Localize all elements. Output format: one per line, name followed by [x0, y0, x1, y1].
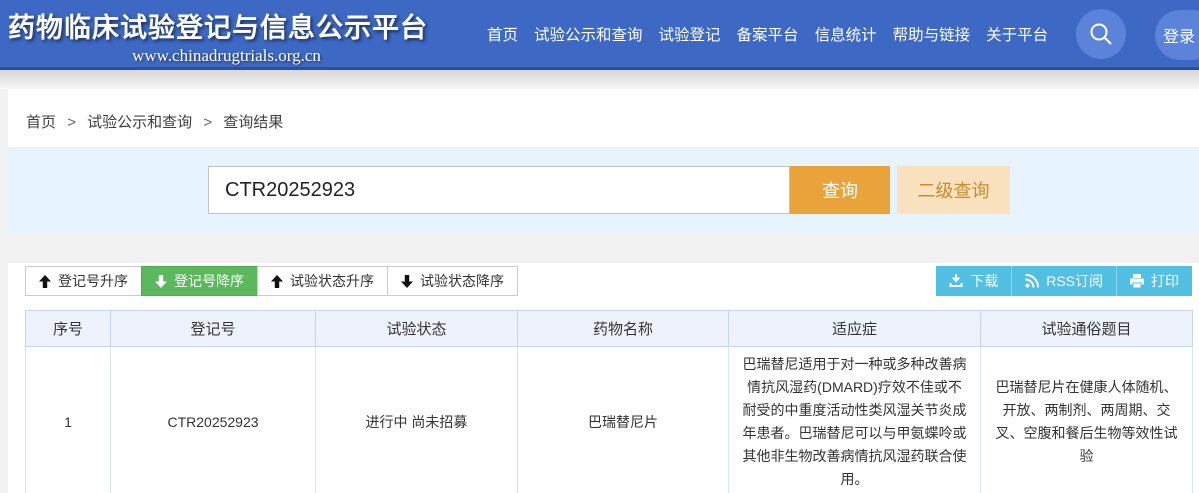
col-registration-no: 登记号	[110, 310, 316, 347]
breadcrumb-separator: >	[67, 114, 76, 131]
nav-info-statistics[interactable]: 信息统计	[815, 23, 877, 45]
sort-status-desc-button[interactable]: 试验状态降序	[387, 266, 518, 296]
nav-about-platform[interactable]: 关于平台	[986, 23, 1048, 45]
query-button[interactable]: 查询	[790, 166, 890, 214]
breadcrumb: 首页 > 试验公示和查询 > 查询结果	[8, 89, 1199, 147]
rss-label: RSS订阅	[1046, 273, 1103, 289]
nav-trial-registration[interactable]: 试验登记	[659, 23, 721, 45]
breadcrumb-trial-search[interactable]: 试验公示和查询	[87, 114, 192, 131]
table-header-row: 序号 登记号 试验状态 药物名称 适应症 试验通俗题目	[25, 310, 1193, 347]
brand: 药物临床试验登记与信息公示平台 www.chinadrugtrials.org.…	[0, 2, 445, 66]
nav-help-links[interactable]: 帮助与链接	[893, 23, 971, 45]
table-row[interactable]: 1 CTR20252923 进行中 尚未招募 巴瑞替尼片 巴瑞替尼适用于对一种或…	[25, 346, 1193, 493]
download-button[interactable]: 下载	[936, 266, 1012, 296]
printer-icon	[1130, 274, 1144, 288]
col-index: 序号	[25, 310, 111, 347]
cell-drug-name: 巴瑞替尼片	[517, 346, 729, 493]
breadcrumb-separator: >	[203, 114, 213, 131]
sort-regno-asc-button[interactable]: 登记号升序	[25, 266, 142, 296]
cell-trial-status: 进行中 尚未招募	[315, 346, 518, 493]
arrow-down-icon	[155, 274, 167, 288]
site-url: www.chinadrugtrials.org.cn	[132, 45, 321, 65]
site-title: 药物临床试验登记与信息公示平台	[8, 12, 428, 43]
rss-button[interactable]: RSS订阅	[1011, 266, 1116, 296]
arrow-up-icon	[39, 274, 51, 288]
secondary-query-button[interactable]: 二级查询	[897, 166, 1010, 214]
sort-label: 登记号降序	[174, 273, 244, 289]
search-icon	[1090, 23, 1112, 45]
search-input[interactable]	[208, 166, 790, 214]
arrow-up-icon	[271, 274, 283, 288]
action-button-group: 下载 RSS订阅 打印	[936, 266, 1192, 296]
col-drug-name: 药物名称	[517, 310, 729, 347]
login-label: 登录	[1163, 29, 1196, 46]
arrow-down-icon	[401, 274, 413, 288]
results-toolbar: 登记号升序 登记号降序 试验状态升序 试验状态降序 下载 RSS订阅 打印	[8, 266, 1199, 296]
sort-regno-desc-button[interactable]: 登记号降序	[141, 266, 258, 296]
sort-label: 试验状态降序	[420, 273, 504, 289]
download-icon	[949, 274, 963, 287]
nav-trial-publicity-search[interactable]: 试验公示和查询	[534, 23, 643, 45]
cell-indication: 巴瑞替尼适用于对一种或多种改善病情抗风湿药(DMARD)疗效不佳或不耐受的中重度…	[728, 346, 981, 493]
login-button[interactable]: 登录	[1155, 10, 1199, 60]
sort-label: 登记号升序	[58, 273, 128, 289]
breadcrumb-home[interactable]: 首页	[26, 114, 56, 131]
nav-home[interactable]: 首页	[487, 23, 518, 45]
cell-registration-no[interactable]: CTR20252923	[110, 346, 316, 493]
sort-label: 试验状态升序	[290, 273, 374, 289]
search-section: 查询 二级查询	[8, 147, 1199, 233]
col-indication: 适应症	[728, 310, 981, 347]
print-button[interactable]: 打印	[1116, 266, 1192, 296]
sort-button-group: 登记号升序 登记号降序 试验状态升序 试验状态降序	[25, 266, 518, 296]
nav-filing-platform[interactable]: 备案平台	[737, 23, 799, 45]
cell-index: 1	[25, 346, 111, 493]
page-content: 首页 > 试验公示和查询 > 查询结果 查询 二级查询 登记号升序 登记号降序	[8, 89, 1199, 493]
col-public-title: 试验通俗题目	[980, 310, 1193, 347]
results-card: 登记号升序 登记号降序 试验状态升序 试验状态降序 下载 RSS订阅 打印 序号…	[8, 263, 1199, 493]
site-header: 药物临床试验登记与信息公示平台 www.chinadrugtrials.org.…	[0, 0, 1199, 70]
download-label: 下载	[970, 273, 999, 289]
sort-status-asc-button[interactable]: 试验状态升序	[257, 266, 388, 296]
results-table: 序号 登记号 试验状态 药物名称 适应症 试验通俗题目 1 CTR2025292…	[25, 310, 1193, 493]
header-search-button[interactable]	[1076, 8, 1127, 59]
header-shadow	[0, 70, 1199, 89]
col-trial-status: 试验状态	[315, 310, 518, 347]
cell-public-title: 巴瑞替尼片在健康人体随机、开放、两制剂、两周期、交叉、空腹和餐后生物等效性试验	[980, 346, 1193, 493]
print-label: 打印	[1151, 273, 1179, 289]
rss-icon	[1025, 274, 1040, 288]
main-nav: 首页 试验公示和查询 试验登记 备案平台 信息统计 帮助与链接 关于平台	[487, 23, 1048, 45]
breadcrumb-query-results: 查询结果	[223, 114, 284, 131]
